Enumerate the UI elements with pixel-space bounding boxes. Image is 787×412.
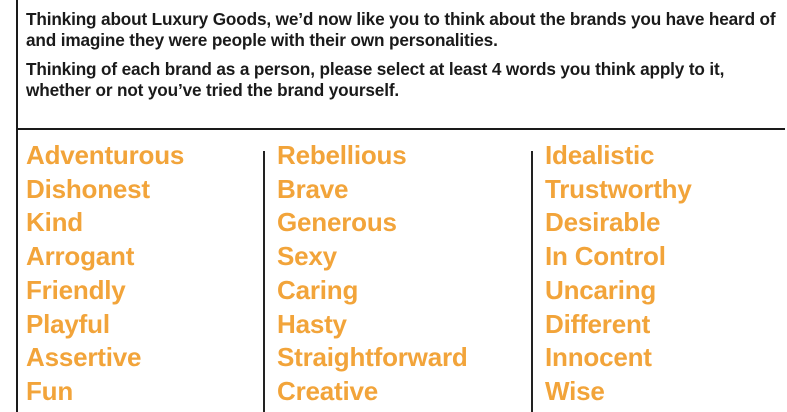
word-option-caring[interactable]: Caring xyxy=(277,274,468,308)
word-option-assertive[interactable]: Assertive xyxy=(26,341,184,375)
horizontal-divider xyxy=(16,128,785,130)
question-instruction-text: Thinking of each brand as a person, plea… xyxy=(26,59,725,100)
word-option-generous[interactable]: Generous xyxy=(277,206,468,240)
word-option-innocent[interactable]: Innocent xyxy=(545,341,692,375)
word-column-3: Idealistic Trustworthy Desirable In Cont… xyxy=(545,139,692,409)
word-option-brave[interactable]: Brave xyxy=(277,173,468,207)
word-option-trustworthy[interactable]: Trustworthy xyxy=(545,173,692,207)
word-column-1: Adventurous Dishonest Kind Arrogant Frie… xyxy=(26,139,184,409)
word-option-straightforward[interactable]: Straightforward xyxy=(277,341,468,375)
word-option-rebellious[interactable]: Rebellious xyxy=(277,139,468,173)
word-option-playful[interactable]: Playful xyxy=(26,308,184,342)
word-option-wise[interactable]: Wise xyxy=(545,375,692,409)
word-option-hasty[interactable]: Hasty xyxy=(277,308,468,342)
word-option-friendly[interactable]: Friendly xyxy=(26,274,184,308)
column-separator-1 xyxy=(263,151,265,412)
word-option-kind[interactable]: Kind xyxy=(26,206,184,240)
word-option-sexy[interactable]: Sexy xyxy=(277,240,468,274)
word-option-desirable[interactable]: Desirable xyxy=(545,206,692,240)
question-context-text: Thinking about Luxury Goods, we’d now li… xyxy=(26,9,776,50)
word-option-idealistic[interactable]: Idealistic xyxy=(545,139,692,173)
word-option-creative[interactable]: Creative xyxy=(277,375,468,409)
question-intro: Thinking about Luxury Goods, we’d now li… xyxy=(26,9,781,109)
word-option-arrogant[interactable]: Arrogant xyxy=(26,240,184,274)
left-border-rule xyxy=(16,0,18,412)
word-option-different[interactable]: Different xyxy=(545,308,692,342)
column-separator-2 xyxy=(531,151,533,412)
word-option-fun[interactable]: Fun xyxy=(26,375,184,409)
word-option-in-control[interactable]: In Control xyxy=(545,240,692,274)
word-option-dishonest[interactable]: Dishonest xyxy=(26,173,184,207)
word-option-adventurous[interactable]: Adventurous xyxy=(26,139,184,173)
word-column-2: Rebellious Brave Generous Sexy Caring Ha… xyxy=(277,139,468,409)
word-option-uncaring[interactable]: Uncaring xyxy=(545,274,692,308)
